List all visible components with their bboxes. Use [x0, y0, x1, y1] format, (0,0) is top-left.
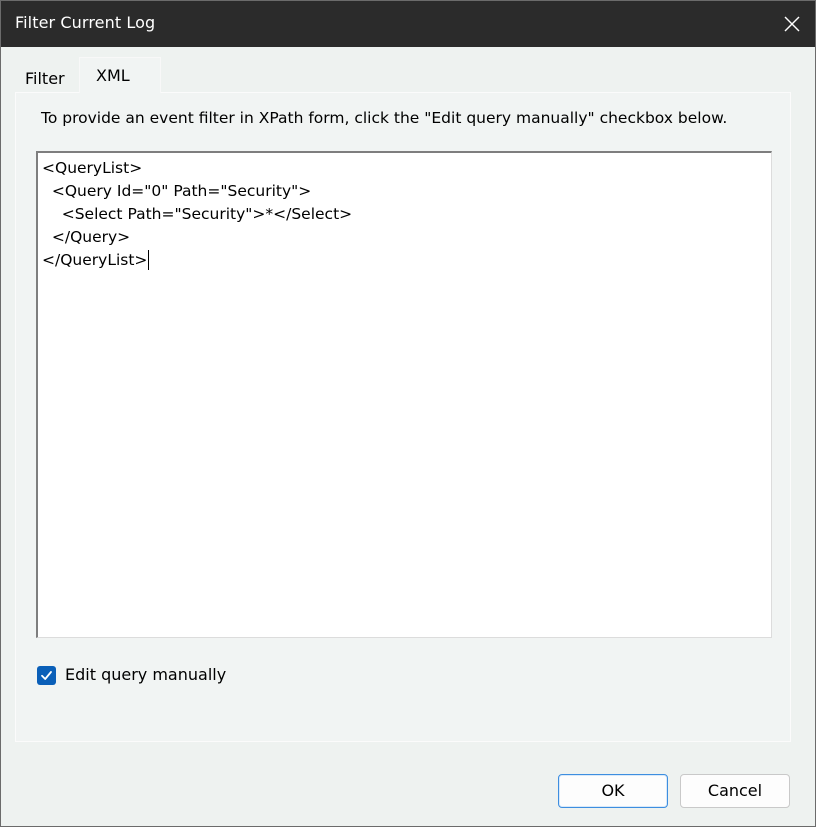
filter-current-log-dialog: Filter Current Log Filter XML To provide… [0, 0, 816, 827]
edit-query-manually-checkbox[interactable] [37, 666, 56, 685]
tab-filter-label: Filter [25, 69, 65, 88]
query-line: <Query Id="0" Path="Security"> [42, 182, 312, 200]
tab-xml-label: XML [96, 66, 130, 85]
ok-button[interactable]: OK [558, 774, 668, 808]
checkmark-icon [41, 671, 52, 680]
close-button[interactable] [769, 1, 815, 47]
query-line: <Select Path="Security">*</Select> [42, 205, 353, 223]
window-title: Filter Current Log [15, 13, 156, 32]
text-caret [148, 250, 150, 270]
cancel-button[interactable]: Cancel [680, 774, 790, 808]
query-line: </QueryList> [42, 251, 148, 269]
tab-xml[interactable]: XML [79, 57, 161, 93]
query-line: <QueryList> [42, 159, 143, 177]
title-bar: Filter Current Log [1, 1, 815, 47]
edit-query-manually-label[interactable]: Edit query manually [65, 665, 226, 684]
xml-query-editor[interactable]: <QueryList> <Query Id="0" Path="Security… [36, 151, 772, 638]
query-line-last: </QueryList> [42, 250, 150, 270]
close-icon [784, 16, 800, 32]
tab-filter[interactable]: Filter [15, 61, 75, 91]
query-line: </Query> [42, 228, 131, 246]
xpath-hint-text: To provide an event filter in XPath form… [41, 109, 728, 127]
